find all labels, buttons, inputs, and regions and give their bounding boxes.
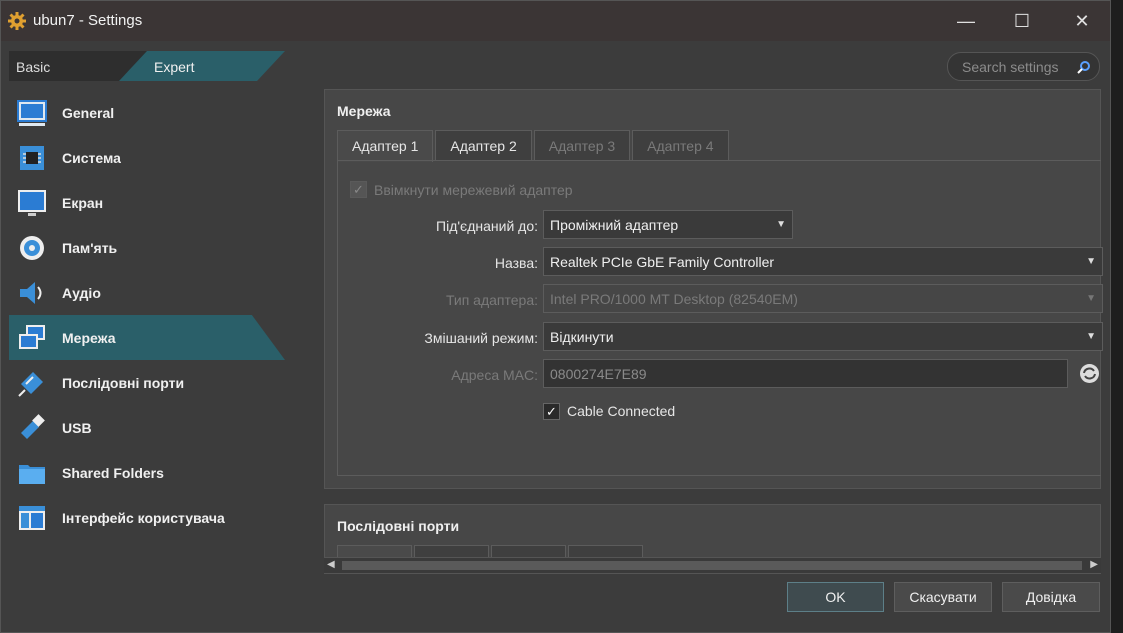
sidebar-item-label: Інтерфейс користувача	[62, 509, 225, 526]
tab-adapter-3[interactable]: Адаптер 3	[533, 130, 631, 161]
gear-icon	[8, 12, 26, 30]
scroll-right-icon[interactable]: ▶	[1090, 559, 1098, 570]
mac-address-value: 0800274E7E89	[550, 366, 647, 382]
help-button[interactable]: Довідка	[1002, 582, 1100, 612]
tab-adapter-1[interactable]: Адаптер 1	[337, 130, 434, 162]
sidebar-item-label: Аудіо	[62, 284, 101, 301]
chevron-down-icon: ▼	[1086, 256, 1096, 267]
search-placeholder: Search settings	[962, 59, 1059, 75]
sidebar-item-usb[interactable]: USB	[9, 405, 285, 450]
adapter-type-value: Intel PRO/1000 MT Desktop (82540EM)	[550, 291, 798, 307]
adapter-type-label: Тип адаптера:	[445, 292, 538, 308]
mode-switch: Basic Expert	[9, 51, 285, 81]
section-title: Мережа	[337, 103, 391, 119]
ok-button[interactable]: OK	[787, 582, 884, 612]
sidebar-item-label: Мережа	[62, 329, 116, 346]
search-icon	[1077, 61, 1090, 74]
tab-adapter-4[interactable]: Адаптер 4	[632, 130, 729, 161]
adapter-name-select[interactable]: Realtek PCIe GbE Family Controller ▼	[543, 247, 1103, 276]
promiscuous-value: Відкинути	[550, 329, 614, 345]
enable-adapter-checkbox[interactable]: ✓	[350, 181, 367, 198]
section-title: Послідовні порти	[337, 518, 460, 534]
cancel-button[interactable]: Скасувати	[894, 582, 992, 612]
title-bar: ubun7 - Settings — ☐ ✕	[1, 1, 1110, 41]
network-icon	[19, 324, 45, 349]
close-button[interactable]: ✕	[1054, 1, 1110, 41]
storage-icon	[20, 235, 44, 260]
mac-address-label: Адреса MAC:	[451, 367, 538, 383]
sidebar-item-label: Пам'ять	[62, 239, 118, 256]
network-panel: Мережа Адаптер 1 Адаптер 2 Адаптер 3 Ада…	[324, 89, 1103, 489]
serial-port-icon	[18, 371, 43, 397]
attached-to-value: Проміжний адаптер	[550, 217, 679, 233]
refresh-mac-icon[interactable]	[1079, 363, 1100, 384]
search-input[interactable]: Search settings	[947, 52, 1100, 81]
cable-connected-label: Cable Connected	[567, 403, 676, 419]
window-title: ubun7 - Settings	[33, 12, 143, 29]
sidebar-item-shared-folders[interactable]: Shared Folders	[9, 450, 285, 495]
adapter-settings: ✓ Ввімкнути мережевий адаптер Під'єднани…	[337, 160, 1103, 476]
maximize-button[interactable]: ☐	[994, 1, 1050, 41]
cable-connected-checkbox[interactable]: ✓	[543, 403, 560, 420]
ui-window-icon	[19, 505, 45, 530]
motherboard-icon	[20, 145, 44, 170]
chevron-down-icon: ▼	[1086, 331, 1096, 342]
sidebar-item-storage[interactable]: Пам'ять	[9, 225, 285, 270]
mode-expert-tab[interactable]: Expert	[119, 51, 285, 81]
scroll-left-icon[interactable]: ◀	[327, 559, 335, 570]
sidebar-nav: General Система Екран Пам'ять Аудіо Мере…	[9, 90, 285, 540]
sidebar-item-audio[interactable]: Аудіо	[9, 270, 285, 315]
attached-to-label: Під'єднаний до:	[436, 218, 538, 234]
chevron-down-icon: ▼	[1086, 293, 1096, 304]
minimize-button[interactable]: —	[938, 1, 994, 41]
tab-adapter-2[interactable]: Адаптер 2	[435, 130, 532, 161]
enable-adapter-label: Ввімкнути мережевий адаптер	[374, 182, 573, 198]
adapter-tabs: Адаптер 1 Адаптер 2 Адаптер 3 Адаптер 4	[337, 130, 731, 162]
sidebar-item-general[interactable]: General	[9, 90, 285, 135]
sidebar-item-label: Послідовні порти	[62, 374, 185, 391]
sidebar-item-network[interactable]: Мережа	[9, 315, 285, 360]
speaker-icon	[20, 281, 42, 304]
sidebar-item-user-interface[interactable]: Інтерфейс користувача	[9, 495, 285, 540]
sidebar-item-label: Система	[62, 149, 121, 166]
sidebar-item-label: General	[62, 104, 115, 121]
settings-window: ubun7 - Settings — ☐ ✕ Basic Expert Sear…	[0, 0, 1111, 633]
mac-address-field[interactable]: 0800274E7E89	[543, 359, 1068, 388]
sidebar-item-label: Екран	[62, 194, 104, 211]
display-icon	[18, 189, 46, 216]
usb-icon	[21, 413, 45, 439]
scrollbar-thumb[interactable]	[342, 561, 1082, 570]
sidebar-item-system[interactable]: Система	[9, 135, 285, 180]
sidebar-item-serial-ports[interactable]: Послідовні порти	[9, 360, 285, 405]
adapter-type-select[interactable]: Intel PRO/1000 MT Desktop (82540EM) ▼	[543, 284, 1103, 313]
monitor-general-icon	[17, 99, 47, 126]
attached-to-select[interactable]: Проміжний адаптер ▼	[543, 210, 793, 239]
sidebar-item-label: USB	[62, 419, 92, 436]
folder-icon	[19, 464, 45, 484]
horizontal-scrollbar[interactable]: ◀ ▶	[324, 557, 1101, 573]
sidebar-item-display[interactable]: Екран	[9, 180, 285, 225]
adapter-name-value: Realtek PCIe GbE Family Controller	[550, 254, 775, 270]
chevron-down-icon: ▼	[776, 219, 786, 230]
sidebar-item-label: Shared Folders	[62, 464, 164, 481]
promiscuous-select[interactable]: Відкинути ▼	[543, 322, 1103, 351]
promiscuous-label: Змішаний режим:	[424, 330, 538, 346]
adapter-name-label: Назва:	[494, 255, 538, 271]
